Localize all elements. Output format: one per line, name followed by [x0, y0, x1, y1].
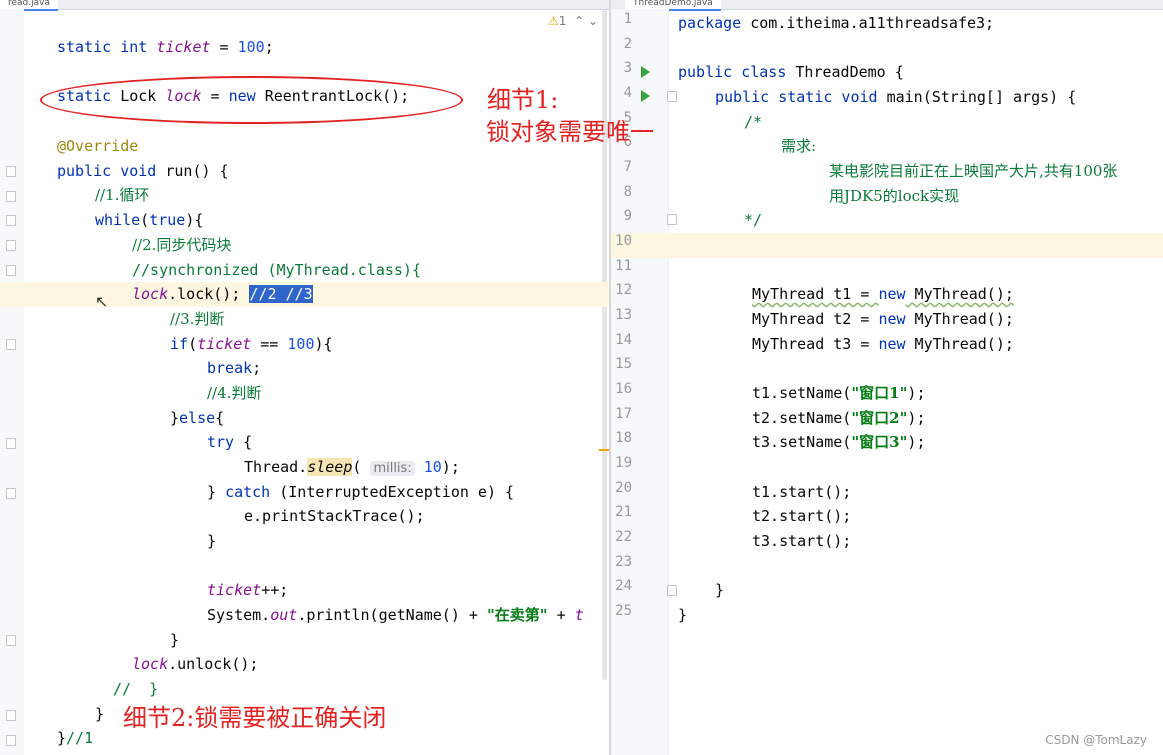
- warning-indicator[interactable]: ⚠1 ⌃ ⌄: [548, 14, 598, 28]
- right-editor-pane[interactable]: ThreadDemo.java 1 2 3 4 5 6 7 8 9 10 11 …: [611, 0, 1163, 755]
- current-line-highlight: [611, 233, 1163, 258]
- current-code-line[interactable]: lock.lock(); //2 //3: [0, 282, 610, 307]
- code-line[interactable]: 需求:: [611, 134, 1163, 159]
- line-number: 2: [623, 36, 632, 52]
- code-line[interactable]: } catch (InterruptedException e) {: [0, 480, 610, 505]
- parameter-hint: millis:: [370, 461, 415, 476]
- code-line[interactable]: 某电影院目前正在上映国产大片,共有100张: [611, 159, 1163, 184]
- code-line[interactable]: }: [0, 628, 610, 653]
- code-line[interactable]: }: [611, 578, 1163, 603]
- code-line[interactable]: //1.循环: [0, 183, 610, 208]
- code-line[interactable]: MyThread t2 = new MyThread();: [611, 307, 1163, 332]
- code-line[interactable]: MyThread t3 = new MyThread();: [611, 332, 1163, 357]
- code-line[interactable]: static int ticket = 100;: [0, 35, 610, 60]
- code-line[interactable]: //3.判断: [0, 307, 610, 332]
- code-line[interactable]: t2.setName("窗口2");: [611, 406, 1163, 431]
- code-line[interactable]: public class ThreadDemo {: [611, 60, 1163, 85]
- line-number: 23: [615, 554, 632, 570]
- code-line[interactable]: try {: [0, 430, 610, 455]
- code-line[interactable]: while(true){: [0, 208, 610, 233]
- left-tab-bar: read.java: [0, 0, 610, 11]
- chevron-down-icon[interactable]: ⌄: [588, 14, 598, 28]
- code-line[interactable]: t3.start();: [611, 529, 1163, 554]
- code-line[interactable]: /*: [611, 110, 1163, 135]
- note-detail-1-text: 锁对象需要唯一: [486, 118, 654, 146]
- line-number: 11: [615, 258, 632, 274]
- code-line[interactable]: break;: [0, 356, 610, 381]
- code-line[interactable]: //4.判断: [0, 381, 610, 406]
- watermark: CSDN @TomLazy: [1045, 733, 1147, 747]
- code-line[interactable]: package com.itheima.a11threadsafe3;: [611, 11, 1163, 36]
- code-line[interactable]: }else{: [0, 406, 610, 431]
- red-oval-annotation: [40, 76, 463, 124]
- code-line[interactable]: }: [0, 529, 610, 554]
- code-line[interactable]: t1.start();: [611, 480, 1163, 505]
- note-detail-2: 细节2:锁需要被正确关闭: [123, 704, 387, 732]
- code-line[interactable]: t1.setName("窗口1");: [611, 381, 1163, 406]
- line-number: 19: [615, 455, 632, 471]
- code-line[interactable]: */: [611, 208, 1163, 233]
- code-line[interactable]: e.printStackTrace();: [0, 504, 610, 529]
- code-line[interactable]: //2.同步代码块: [0, 233, 610, 258]
- code-line[interactable]: t3.setName("窗口3");: [611, 430, 1163, 455]
- code-line[interactable]: //synchronized (MyThread.class){: [0, 258, 610, 283]
- code-line[interactable]: public void run() {: [0, 159, 610, 184]
- chevron-up-icon[interactable]: ⌃: [574, 14, 584, 28]
- right-tab-bar: ThreadDemo.java: [611, 0, 1163, 11]
- code-line[interactable]: ticket++;: [0, 578, 610, 603]
- line-number: 15: [615, 356, 632, 372]
- code-line[interactable]: MyThread t1 = new MyThread();: [611, 282, 1163, 307]
- note-detail-1-title: 细节1:: [487, 86, 559, 114]
- code-line[interactable]: 用JDK5的lock实现: [611, 184, 1163, 209]
- warning-icon: ⚠: [548, 14, 559, 28]
- code-line[interactable]: t2.start();: [611, 504, 1163, 529]
- code-line[interactable]: lock.unlock();: [0, 652, 610, 677]
- code-line[interactable]: Thread.sleep( millis: 10);: [0, 455, 610, 480]
- code-line[interactable]: if(ticket == 100){: [0, 332, 610, 357]
- code-line[interactable]: System.out.println(getName() + "在卖第" + t: [0, 603, 610, 628]
- code-line[interactable]: public static void main(String[] args) {: [611, 85, 1163, 110]
- line-number: 10: [615, 233, 632, 249]
- code-line[interactable]: }: [611, 603, 1163, 628]
